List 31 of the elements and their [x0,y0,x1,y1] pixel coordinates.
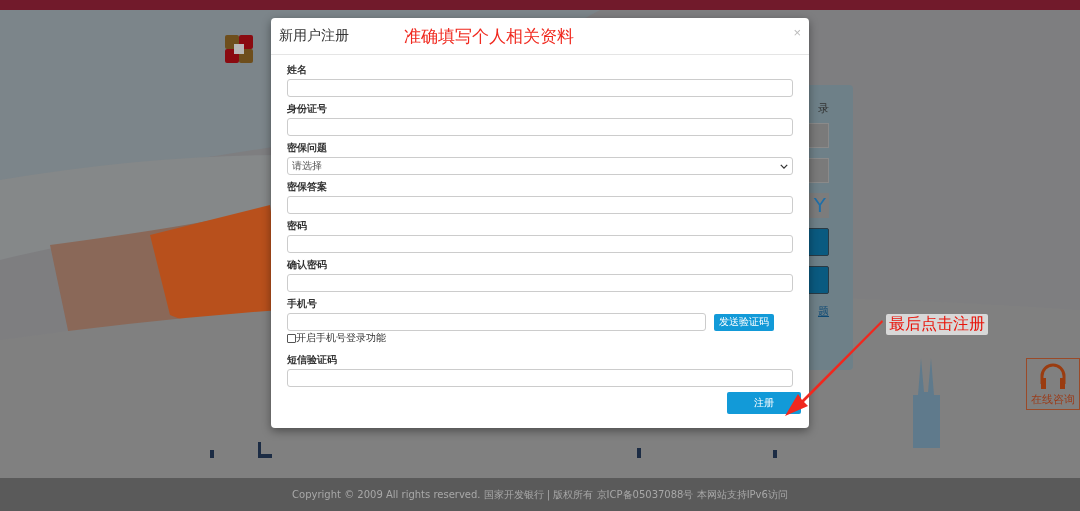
input-field[interactable] [287,79,793,97]
send-code-button[interactable]: 发送验证码 [714,313,774,331]
field-label: 密保问题 [287,141,328,154]
field-label: 短信验证码 [287,353,338,366]
input-field[interactable] [287,235,793,253]
input-field[interactable] [287,313,706,331]
input-field[interactable] [287,369,793,387]
input-field[interactable] [287,196,793,214]
field-label: 姓名 [287,63,308,76]
field-label: 确认密码 [287,258,328,271]
annotation-text: 最后点击注册 [886,314,988,335]
field-label: 密码 [287,219,308,232]
field-label: 密保答案 [287,180,328,193]
input-field[interactable] [287,118,793,136]
annotation-text: 准确填写个人相关资料 [404,24,574,48]
input-field[interactable] [287,274,793,292]
close-button[interactable]: × [793,26,801,39]
checkbox[interactable] [287,333,296,343]
select-field[interactable]: 请选择 [287,157,793,175]
field-label: 身份证号 [287,102,328,115]
headphones-icon [1038,361,1068,390]
logo-icon [225,35,253,63]
dialog-title: 新用户注册 [279,27,349,45]
consult-button[interactable]: 在线咨询 [1026,358,1080,410]
register-button[interactable]: 注册 [727,392,801,414]
footer-text: Copyright © 2009 All rights reserved. 国家开发银行 | 版权所有 京ICP备05037088号 本网站支持IPv6访问 [292,487,788,502]
checkbox-label: 开启手机号登录功能 [296,332,386,344]
login-title: 录 [818,103,829,115]
chevron-down-icon [780,163,788,169]
help-link[interactable]: 题 [818,304,829,319]
field-label: 手机号 [287,297,318,310]
